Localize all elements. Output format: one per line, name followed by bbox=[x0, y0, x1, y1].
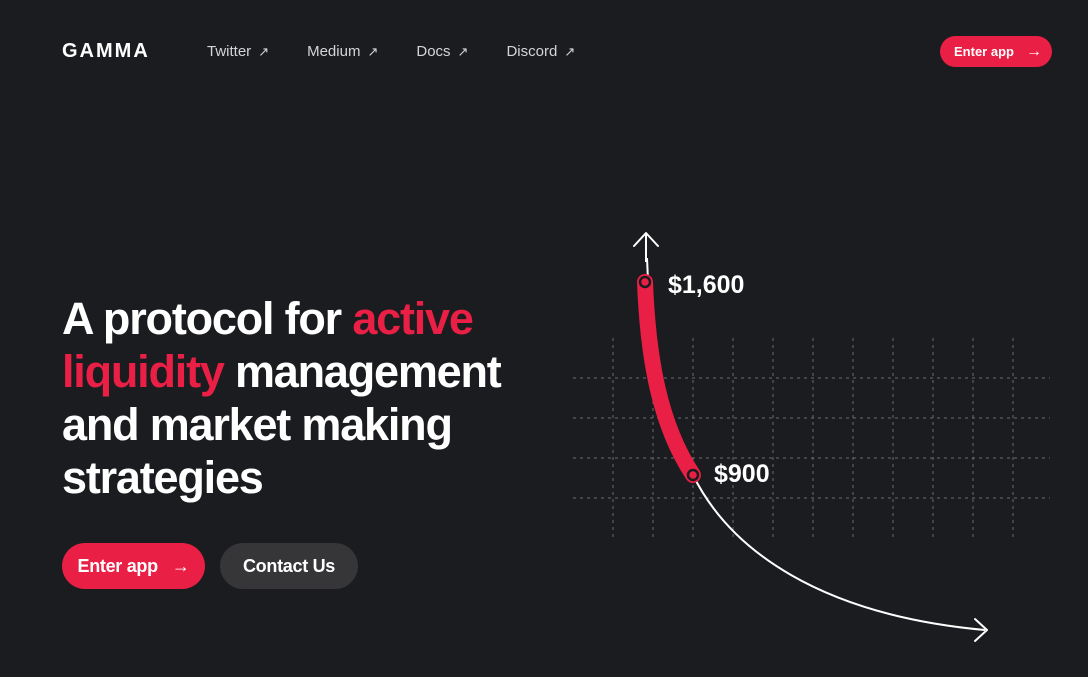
nav-link-medium[interactable]: Medium ↗ bbox=[307, 43, 378, 60]
top-nav: Twitter ↗ Medium ↗ Docs ↗ Discord ↗ bbox=[207, 43, 575, 60]
enter-app-label: Enter app bbox=[77, 555, 158, 576]
active-range-segment bbox=[637, 274, 701, 483]
nav-link-discord[interactable]: Discord ↗ bbox=[506, 43, 575, 60]
external-arrow-icon: ↗ bbox=[367, 43, 379, 59]
hero-title-accent: active bbox=[352, 293, 474, 344]
contact-us-button[interactable]: Contact Us bbox=[220, 543, 358, 589]
lower-price-label: $900 bbox=[714, 460, 770, 488]
nav-link-label: Discord bbox=[506, 43, 558, 60]
y-axis-arrow-icon bbox=[633, 232, 659, 247]
nav-link-label: Medium bbox=[307, 43, 361, 60]
external-arrow-icon: ↗ bbox=[457, 43, 469, 59]
nav-link-label: Docs bbox=[416, 43, 451, 60]
upper-price-label: $1,600 bbox=[668, 271, 744, 299]
external-arrow-icon: ↗ bbox=[258, 43, 270, 59]
nav-link-label: Twitter bbox=[207, 43, 252, 60]
arrow-right-icon: → bbox=[1025, 42, 1042, 60]
lower-price-marker bbox=[686, 468, 700, 482]
contact-us-label: Contact Us bbox=[242, 555, 335, 576]
nav-link-twitter[interactable]: Twitter ↗ bbox=[207, 43, 269, 60]
nav-link-docs[interactable]: Docs ↗ bbox=[416, 43, 468, 60]
hero-title-text: A protocol for bbox=[62, 293, 353, 344]
landing-page: GAMMA Twitter ↗ Medium ↗ Docs ↗ Discord … bbox=[0, 0, 1088, 677]
hero-title-accent: liquidity bbox=[62, 346, 225, 397]
upper-price-marker bbox=[638, 275, 652, 289]
x-axis-arrow-icon bbox=[974, 618, 988, 642]
arrow-right-icon: → bbox=[171, 555, 190, 576]
gamma-logo[interactable]: GAMMA bbox=[62, 40, 150, 63]
header-enter-app-button[interactable]: Enter app → bbox=[940, 36, 1052, 67]
grid-lines bbox=[573, 338, 1050, 538]
external-arrow-icon: ↗ bbox=[564, 43, 576, 59]
hero-title: A protocol for active liquidity manageme… bbox=[62, 292, 562, 504]
enter-app-button[interactable]: Enter app → bbox=[62, 543, 205, 589]
header-enter-app-label: Enter app bbox=[954, 44, 1014, 59]
price-curve bbox=[646, 257, 986, 631]
